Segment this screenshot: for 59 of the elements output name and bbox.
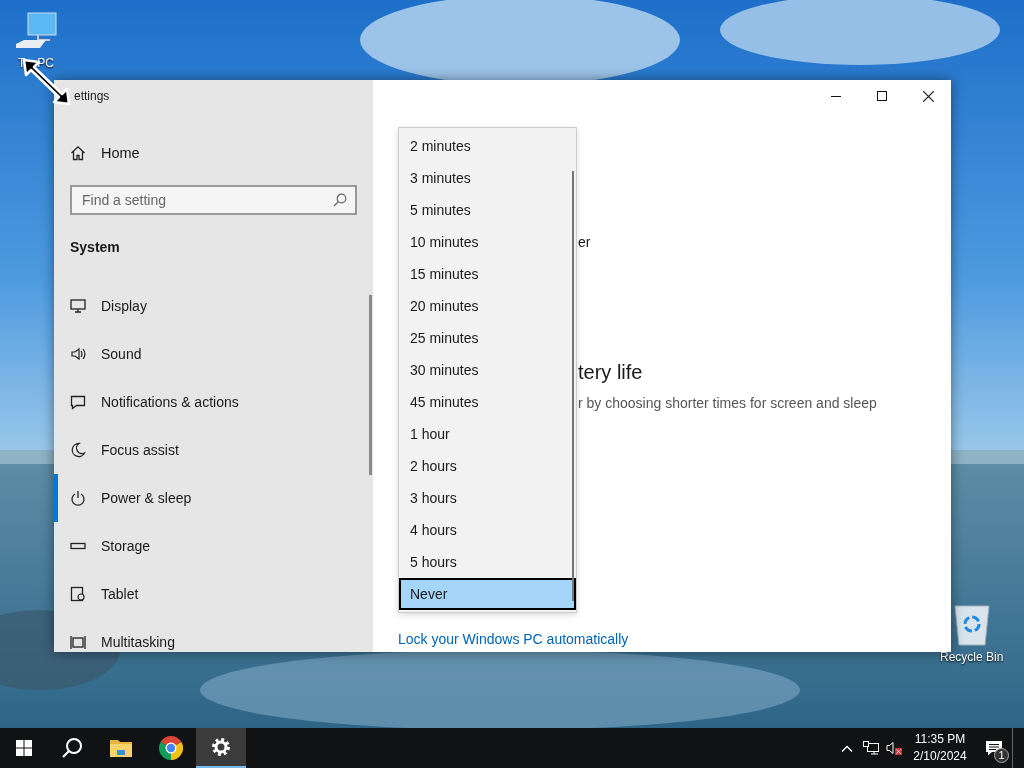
sidebar-item[interactable]: Notifications & actions	[54, 378, 366, 426]
speech-bubble-icon	[70, 394, 86, 410]
dropdown-option[interactable]: 45 minutes	[399, 386, 576, 418]
taskbar-app-button[interactable]	[196, 728, 246, 768]
scrollbar[interactable]	[572, 171, 574, 601]
dropdown-option[interactable]: 3 minutes	[399, 162, 576, 194]
speaker-icon	[70, 346, 86, 362]
chrome-logo-icon	[159, 736, 183, 760]
windows-stack-icon	[70, 634, 86, 650]
folder-icon	[110, 738, 132, 758]
sidebar-item[interactable]: Focus assist	[54, 426, 366, 474]
close-icon	[922, 90, 934, 102]
dropdown-option[interactable]: Never	[399, 578, 576, 610]
clock-button[interactable]: 11:35 PM 2/10/2024	[905, 728, 975, 768]
dropdown-option[interactable]: 30 minutes	[399, 354, 576, 386]
dropdown-option[interactable]: 5 minutes	[399, 194, 576, 226]
dropdown-option[interactable]: 15 minutes	[399, 258, 576, 290]
sidebar-item[interactable]: Power & sleep	[54, 474, 366, 522]
scrollbar[interactable]	[369, 295, 372, 475]
power-icon	[70, 490, 86, 506]
setting-label: er	[578, 234, 591, 250]
minimize-icon	[831, 95, 841, 97]
desktop-icon-label: Recycle Bin	[940, 650, 1004, 664]
notification-button[interactable]: 1	[975, 728, 1012, 768]
section-heading: System	[70, 239, 120, 255]
maximize-icon	[877, 91, 887, 101]
sidebar-item[interactable]: Sound	[54, 330, 366, 378]
windows-logo-icon	[16, 740, 32, 756]
tablet-icon	[70, 586, 86, 602]
sidebar-item[interactable]: Tablet	[54, 570, 366, 618]
home-link[interactable]: Home	[54, 137, 373, 169]
monitor-icon	[70, 298, 86, 314]
sidebar-item[interactable]: Storage	[54, 522, 366, 570]
sidebar-item[interactable]: Multitasking	[54, 618, 366, 652]
dropdown-option[interactable]: 2 hours	[399, 450, 576, 482]
dropdown-option[interactable]: 2 minutes	[399, 130, 576, 162]
search-field[interactable]: Find a setting	[70, 185, 357, 215]
dropdown-option[interactable]: 10 minutes	[399, 226, 576, 258]
moon-icon	[70, 442, 86, 458]
muted-speaker-icon	[886, 741, 902, 755]
section-heading: tery life	[578, 361, 643, 383]
notification-count: 1	[994, 748, 1009, 763]
dropdown-option[interactable]: 5 hours	[399, 546, 576, 578]
network-icon	[863, 741, 879, 755]
recycle-bin-icon	[951, 602, 992, 646]
dropdown-option[interactable]: 25 minutes	[399, 322, 576, 354]
sidebar-item[interactable]: Display	[54, 282, 366, 330]
dropdown-option[interactable]: 4 hours	[399, 514, 576, 546]
gear-icon	[211, 737, 231, 757]
window-title: ettings	[74, 89, 110, 103]
settings-link[interactable]: Lock your Windows PC automatically	[398, 630, 629, 648]
chevron-up-icon	[841, 744, 853, 752]
dropdown-option[interactable]: 1 hour	[399, 418, 576, 450]
section-description: r by choosing shorter times for screen and sleep	[578, 395, 877, 411]
home-icon	[70, 145, 86, 161]
search-icon	[61, 737, 83, 759]
dropdown-option[interactable]: 3 hours	[399, 482, 576, 514]
search-icon	[333, 193, 347, 207]
dropdown-option[interactable]: 20 minutes	[399, 290, 576, 322]
